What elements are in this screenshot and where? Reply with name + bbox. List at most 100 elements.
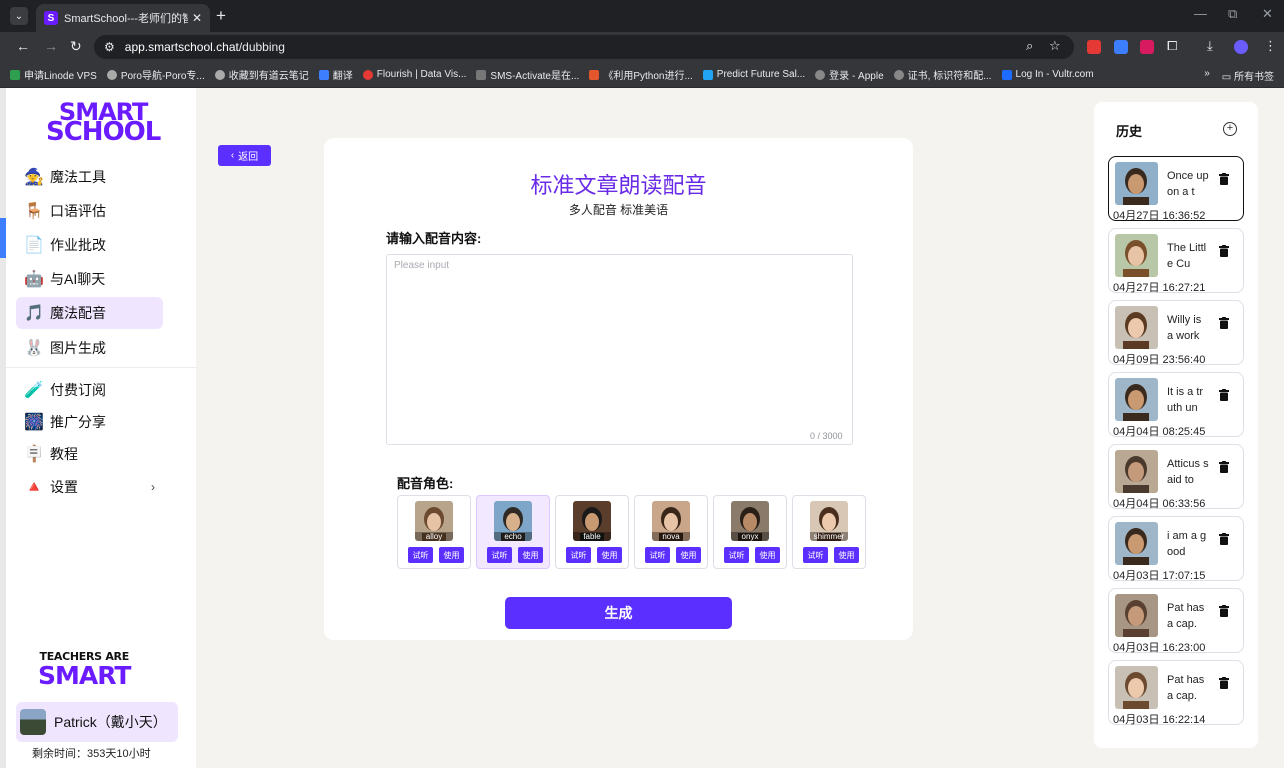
use-button[interactable]: 使用 [439,547,464,563]
bookmark-item[interactable]: 申请Linode VPS [10,67,97,82]
history-item[interactable]: Pat has a cap. 04月03日 16:22:14 [1108,660,1244,726]
listen-button[interactable]: 试听 [408,547,433,563]
sidebar-item-homework-grading[interactable]: 📄 作业批改 [16,229,163,261]
history-item-date: 04月27日 16:36:52 [1113,210,1206,222]
voice-card-onyx[interactable]: onyx 试听 使用 [713,495,787,569]
avatar [1115,594,1158,637]
sidebar-item-magic-tools[interactable]: 🧙 魔法工具 [16,161,163,193]
listen-button[interactable]: 试听 [566,547,591,563]
menu-dots-icon[interactable]: ⋮ [1264,38,1277,54]
bookmark-item[interactable]: 收藏到有道云笔记 [214,67,309,82]
trash-icon[interactable] [1219,605,1229,617]
new-tab-icon[interactable]: + [216,6,226,26]
smartschool-logo[interactable]: SMART SCHOOL [46,100,161,145]
generate-button[interactable]: 生成 [505,597,732,629]
history-item[interactable]: It is a truth un 04月04日 08:25:45 [1108,372,1244,438]
avatar [1115,162,1158,205]
use-button[interactable]: 使用 [518,547,543,563]
bookmark-item[interactable]: Predict Future Sal... [702,69,805,80]
browser-tab[interactable]: S SmartSchool---老师们的智能AI ✕ [36,4,210,32]
sidebar-item-referral[interactable]: 🎆 推广分享 [16,406,163,438]
use-button[interactable]: 使用 [755,547,780,563]
sidebar-item-ai-chat[interactable]: 🤖 与AI聊天 [16,263,163,295]
voice-card-nova[interactable]: nova 试听 使用 [634,495,708,569]
all-bookmarks[interactable]: ▭ 所有书签 [1222,68,1274,83]
more-bookmarks-icon[interactable]: » [1204,68,1210,83]
sidebar-item-subscription[interactable]: 🧪 付费订阅 [16,374,163,406]
listen-button[interactable]: 试听 [724,547,749,563]
use-button[interactable]: 使用 [597,547,622,563]
bookmark-item[interactable]: 证书, 标识符和配... [893,67,992,82]
history-item[interactable]: Atticus said to 04月04日 06:33:56 [1108,444,1244,510]
profile-avatar-icon[interactable] [1234,40,1248,54]
history-title: 历史 [1116,124,1143,139]
bookmark-item[interactable]: 翻译 [318,67,353,82]
use-button[interactable]: 使用 [834,547,859,563]
trash-icon[interactable] [1219,533,1229,545]
sidebar-item-speaking-assessment[interactable]: 🪑 口语评估 [16,195,163,227]
history-item[interactable]: Pat has a cap. 04月03日 16:23:00 [1108,588,1244,654]
voice-card-fable[interactable]: fable 试听 使用 [555,495,629,569]
character-counter: 0 / 3000 [810,431,843,441]
voice-card-echo[interactable]: echo 试听 使用 [476,495,550,569]
bookmark-item[interactable]: Log In - Vultr.com [1001,69,1094,80]
reload-icon[interactable]: ↻ [70,38,82,55]
easel-icon: 🪧 [24,446,44,463]
history-item-text: Pat has a cap. [1167,674,1205,702]
sidebar-item-tutorial[interactable]: 🪧 教程 [16,438,163,470]
trash-icon[interactable] [1219,245,1229,257]
sidebar-item-magic-dubbing[interactable]: 🎵 魔法配音 [16,297,163,329]
trash-icon[interactable] [1219,461,1229,473]
listen-button[interactable]: 试听 [645,547,670,563]
listen-button[interactable]: 试听 [803,547,828,563]
add-circle-icon[interactable]: + [1223,122,1237,136]
back-button[interactable]: ‹ 返回 [218,145,271,166]
bookmark-item[interactable]: 《利用Python进行... [589,67,693,82]
history-item[interactable]: i am a good 04月03日 17:07:15 [1108,516,1244,582]
use-button[interactable]: 使用 [676,547,701,563]
trash-icon[interactable] [1219,389,1229,401]
restore-icon[interactable]: ⧉ [1228,6,1237,22]
bookmark-item[interactable]: Poro导航-Poro专... [106,67,205,82]
forward-arrow-icon[interactable]: → [44,38,58,54]
extension-pink-icon[interactable] [1140,40,1154,54]
bookmark-star-icon[interactable]: ☆ [1049,38,1061,54]
history-item[interactable]: Once upon a t 04月27日 16:36:52 [1108,156,1244,222]
sidebar-item-image-generation[interactable]: 🐰 图片生成 [16,332,163,364]
download-icon[interactable]: ⤓ [1207,38,1213,54]
firework-icon: 🎆 [24,414,44,431]
history-item-date: 04月03日 16:22:14 [1113,714,1206,726]
address-bar[interactable]: ⚙ app.smartschool.chat/dubbing [94,35,1074,59]
back-arrow-icon[interactable]: ← [16,38,30,54]
extension-red-icon[interactable] [1087,40,1101,54]
teachers-are-smart-logo: TEACHERS ARE SMART [38,650,131,690]
avatar [1115,522,1158,565]
voice-card-shimmer[interactable]: shimmer 试听 使用 [792,495,866,569]
trash-icon[interactable] [1219,677,1229,689]
history-item-text: Atticus said to [1167,458,1209,486]
extensions-puzzle-icon[interactable]: ⧠ [1167,38,1177,54]
site-info-icon[interactable]: ⚙ [104,40,115,54]
voice-card-alloy[interactable]: alloy 试听 使用 [397,495,471,569]
tab-title: SmartSchool---老师们的智能AI [64,13,188,25]
bookmark-item[interactable]: Flourish | Data Vis... [362,69,466,80]
trash-icon[interactable] [1219,317,1229,329]
bookmark-item[interactable]: 登录 - Apple [815,67,884,82]
listen-button[interactable]: 试听 [487,547,512,563]
extension-blue-icon[interactable] [1114,40,1128,54]
history-item[interactable]: The Little Cu 04月27日 16:27:21 [1108,228,1244,294]
dubbing-content-input[interactable] [386,254,853,445]
history-item-date: 04月04日 06:33:56 [1113,498,1206,510]
bookmarks-bar: 申请Linode VPS Poro导航-Poro专... 收藏到有道云笔记 翻译… [0,62,1284,88]
minimize-icon[interactable]: — [1194,6,1207,21]
tab-search-icon[interactable]: ⌄ [10,7,28,25]
close-window-icon[interactable]: ✕ [1262,6,1273,22]
history-item[interactable]: Willy is a work 04月09日 23:56:40 [1108,300,1244,366]
close-icon[interactable]: ✕ [192,11,202,25]
browser-tabstrip: ⌄ S SmartSchool---老师们的智能AI ✕ + — ⧉ ✕ [0,0,1284,32]
user-profile[interactable]: Patrick（戴小天） [16,702,178,742]
trash-icon[interactable] [1219,173,1229,185]
bookmark-item[interactable]: SMS-Activate是在... [476,67,579,82]
zoom-icon[interactable]: ⌕ [1026,38,1033,54]
sidebar-item-settings[interactable]: 🔺 设置 › [16,471,163,503]
